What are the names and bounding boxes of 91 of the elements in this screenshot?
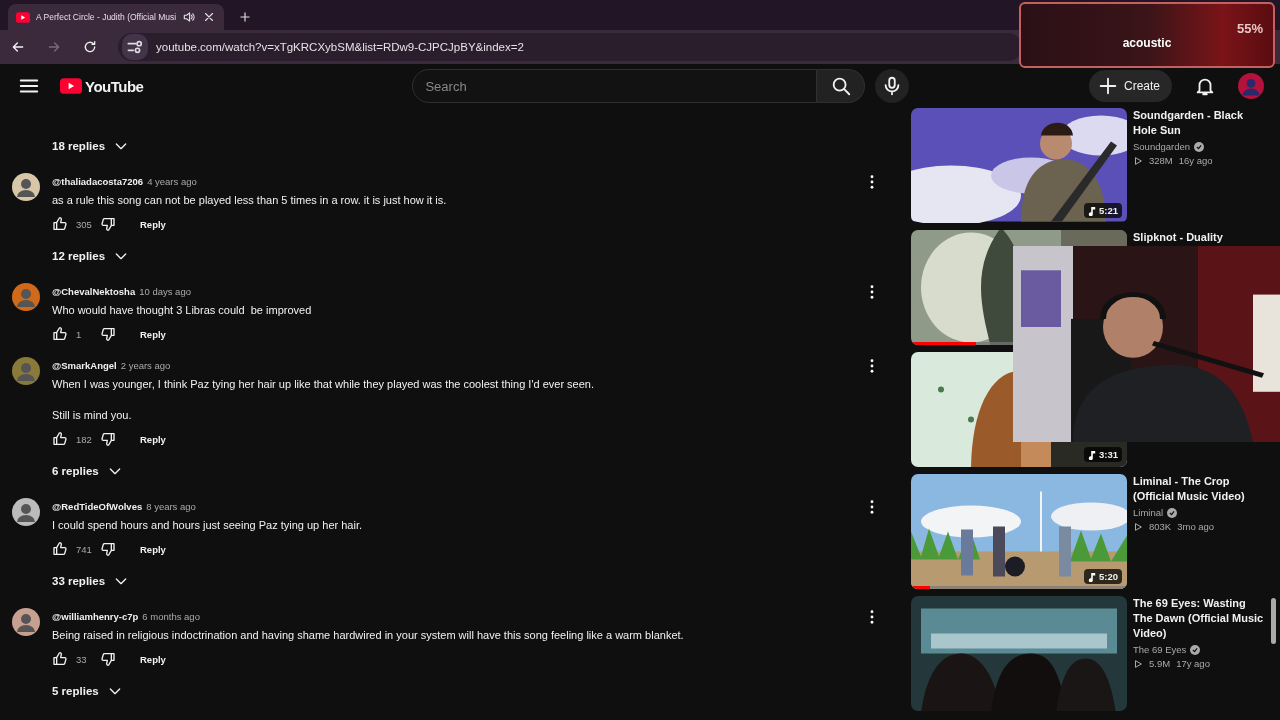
comment-text: as a rule this song can not be played less than 5 times in a row. it is just how it is. <box>52 193 448 208</box>
back-icon[interactable] <box>10 39 26 55</box>
comment-text: Still is mind you. <box>52 408 133 423</box>
reply-button[interactable]: Reply <box>130 214 176 234</box>
overlay-label: acoustic <box>1122 35 1172 50</box>
channel-name[interactable]: Liminal <box>1133 507 1164 518</box>
like-count: 182 <box>76 433 92 445</box>
reply-button[interactable]: Reply <box>130 324 176 344</box>
comment-time[interactable]: 8 years ago <box>146 500 196 512</box>
like-count: 305 <box>76 218 92 230</box>
video-title[interactable]: Slipknot - Duality <box>1133 230 1267 245</box>
replies-toggle[interactable]: 33 replies <box>52 563 130 599</box>
comment-author[interactable]: @RedTideOfWolves <box>52 500 143 512</box>
comment-author[interactable]: @williamhenry-c7p <box>52 610 139 622</box>
search-button[interactable] <box>817 69 866 103</box>
search-field[interactable]: Search <box>412 69 818 103</box>
video-title[interactable]: Liminal - The Crop (Official Music Video) <box>1133 474 1267 504</box>
duration-badge: 3:31 <box>1084 447 1122 462</box>
view-count: 803K <box>1149 521 1172 532</box>
like-count: 1 <box>76 328 83 340</box>
avatar-icon[interactable] <box>12 283 40 311</box>
site-info-icon[interactable] <box>122 34 148 60</box>
video-title[interactable]: Soundgarden - Black Hole Sun <box>1133 108 1267 138</box>
duration-badge: 5:21 <box>1084 203 1122 218</box>
video-title[interactable]: The 69 Eyes: Wasting The Dawn (Official Music Video) <box>1133 596 1267 641</box>
forward-icon[interactable] <box>46 39 62 55</box>
thumbs-down-icon[interactable] <box>100 326 116 342</box>
upload-age: 17y ago <box>1176 658 1210 669</box>
music-note-icon <box>1088 571 1096 582</box>
browser-tab[interactable]: A Perfect Circle - Judith (Official Musi <box>8 4 225 30</box>
thumbs-up-icon[interactable] <box>52 216 68 232</box>
thumbs-up-icon[interactable] <box>52 651 68 667</box>
reply-button[interactable]: Reply <box>130 649 176 669</box>
comment-text: Who would have thought 3 Libras could be improved <box>52 303 313 318</box>
like-count: 33 <box>76 653 88 665</box>
play-icon <box>1133 658 1143 669</box>
thumbs-down-icon[interactable] <box>100 651 116 667</box>
music-note-icon <box>1088 205 1096 216</box>
play-icon <box>1133 155 1143 166</box>
avatar-icon[interactable] <box>12 608 40 636</box>
view-count: 328M <box>1149 155 1173 166</box>
more-options-icon[interactable] <box>870 175 874 189</box>
thumbs-up-icon[interactable] <box>52 541 68 557</box>
reply-button[interactable]: Reply <box>130 429 176 449</box>
replies-toggle[interactable]: 6 replies <box>52 453 123 489</box>
comment-time[interactable]: 2 years ago <box>120 359 171 371</box>
microphone-button[interactable] <box>875 69 910 103</box>
comment-time[interactable]: 4 years ago <box>147 175 197 187</box>
more-options-icon[interactable] <box>870 610 874 624</box>
more-options-icon[interactable] <box>870 500 874 514</box>
like-count: 741 <box>76 543 92 555</box>
music-note-icon <box>1088 449 1096 460</box>
replies-toggle[interactable]: 12 replies <box>52 238 130 274</box>
thumbs-up-icon[interactable] <box>52 431 68 447</box>
scrollbar-thumb[interactable] <box>1271 598 1276 644</box>
logo-text[interactable]: YouTube <box>85 77 144 95</box>
comment-time[interactable]: 10 days ago <box>139 285 191 297</box>
view-count: 5.9M <box>1149 658 1171 669</box>
avatar-icon[interactable] <box>12 498 40 526</box>
thumbs-up-icon[interactable] <box>52 326 68 342</box>
speaker-icon[interactable] <box>182 10 197 24</box>
replies-toggle[interactable]: 5 replies <box>52 673 123 709</box>
tab-title: A Perfect Circle - Judith (Official Musi <box>36 12 177 22</box>
comment-time[interactable]: 6 months ago <box>142 610 200 622</box>
upload-age: 16y ago <box>1178 155 1213 166</box>
comment-text: When I was younger, I think Paz tying her hair up like that while they played was the coolest thing I'd ever seen. <box>52 377 595 392</box>
comment-author[interactable]: @SmarkAngel <box>52 359 117 371</box>
more-options-icon[interactable] <box>870 285 874 299</box>
new-tab-icon[interactable] <box>238 10 253 24</box>
thumbs-down-icon[interactable] <box>100 541 116 557</box>
comment-text: Being raised in religious indoctrination and having shame hardwired in your system will have this song feeling like a warm blanket. <box>52 628 685 643</box>
duration-badge: 5:20 <box>1084 569 1122 584</box>
more-options-icon[interactable] <box>870 359 874 373</box>
reload-icon[interactable] <box>82 39 98 55</box>
play-icon <box>1133 521 1143 532</box>
channel-name[interactable]: The 69 Eyes <box>1133 644 1187 655</box>
thumbs-down-icon[interactable] <box>100 216 116 232</box>
reply-button[interactable]: Reply <box>130 539 176 559</box>
replies-toggle[interactable]: 18 replies <box>52 128 130 164</box>
upload-age: 3mo ago <box>1177 521 1215 532</box>
comment-author[interactable]: @thaliadacosta7206 <box>52 175 144 187</box>
overlay-reading: 55% <box>1236 20 1263 36</box>
comment-text: I could spend hours and hours just seeing Paz tying up her hair. <box>52 518 364 533</box>
comment-author[interactable]: @ChevalNektosha <box>52 285 136 297</box>
play-logo-icon <box>16 11 30 23</box>
create-button[interactable]: Create <box>1088 70 1172 102</box>
avatar-icon[interactable] <box>12 173 40 201</box>
address-bar[interactable]: youtube.com/watch?v=xTgKRCXybSM&list=RDw9-CJPCJpBY&index=2 <box>118 33 1022 61</box>
thumbs-down-icon[interactable] <box>100 431 116 447</box>
play-logo-icon[interactable] <box>60 78 82 94</box>
channel-name[interactable]: Soundgarden <box>1133 141 1191 152</box>
